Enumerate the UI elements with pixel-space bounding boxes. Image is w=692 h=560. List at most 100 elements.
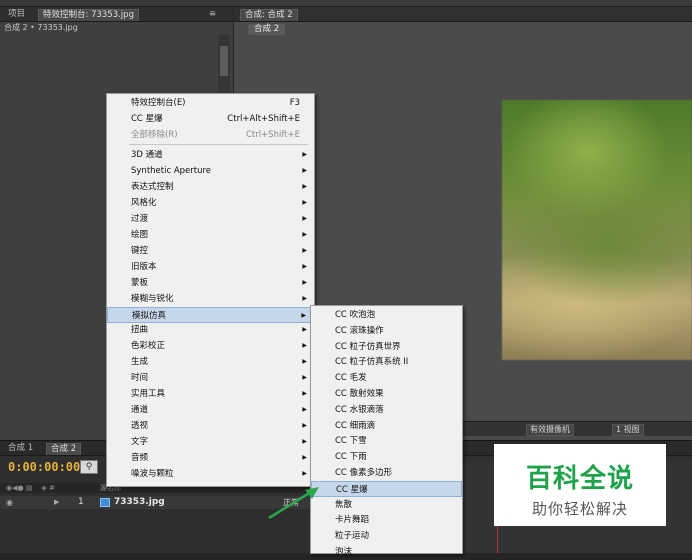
effect-menu-item-label: 模拟仿真 xyxy=(132,310,167,321)
effect-menu-item[interactable]: 绘图 ▶ xyxy=(107,227,314,243)
effect-menu-item[interactable]: Synthetic Aperture ▶ xyxy=(107,163,314,179)
simulation-menu-item-label: CC 毛发 xyxy=(335,373,367,384)
effect-menu-item[interactable]: 模拟仿真 ▶ xyxy=(107,306,314,323)
simulation-menu-item[interactable]: CC 粒子仿真世界 xyxy=(311,339,462,355)
tab-comp-1[interactable]: 合成 1 xyxy=(4,443,37,454)
effect-menu-item-shortcut: F3 xyxy=(289,98,300,108)
viewer-tabbar: 合成: 合成 2 xyxy=(234,7,692,22)
simulation-menu-item[interactable]: CC 散射效果 xyxy=(311,386,462,402)
effect-menu-item[interactable]: 色彩校正 ▶ xyxy=(107,338,314,354)
effect-menu-item[interactable]: 文字 ▶ xyxy=(107,434,314,450)
effect-menu-item[interactable]: 表达式控制 ▶ xyxy=(107,179,314,195)
submenu-arrow-icon: ▶ xyxy=(302,358,307,366)
simulation-menu-item[interactable]: CC 细雨滴 xyxy=(311,418,462,434)
simulation-menu-item[interactable]: CC 滚珠操作 xyxy=(311,323,462,339)
left-panel-tabbar: 项目 特效控制台: 73353.jpg ≡ xyxy=(0,7,233,22)
effect-menu-item[interactable]: CC 星爆 Ctrl+Alt+Shift+E xyxy=(107,111,314,127)
simulation-menu-item[interactable]: 粒子运动 xyxy=(311,528,462,544)
effect-menu-item[interactable]: 过渡 ▶ xyxy=(107,211,314,227)
simulation-menu-item-label: CC 散射效果 xyxy=(335,389,384,399)
panel-menu-icon[interactable]: ≡ xyxy=(205,9,220,20)
effect-menu-item-label: 透视 xyxy=(131,421,149,432)
submenu-arrow-icon: ▶ xyxy=(302,278,307,286)
submenu-arrow-icon: ▶ xyxy=(302,214,307,222)
effect-menu-item[interactable]: 旧版本 ▶ xyxy=(107,259,314,275)
effect-menu-item[interactable]: 透视 ▶ xyxy=(107,418,314,434)
simulation-menu-item[interactable]: CC 像素多边形 xyxy=(311,465,462,481)
simulation-menu-item[interactable]: 卡片舞蹈 xyxy=(311,512,462,528)
submenu-arrow-icon: ▶ xyxy=(302,454,307,462)
footage-icon xyxy=(100,498,110,507)
effect-menu-item-shortcut: Ctrl+Alt+Shift+E xyxy=(227,114,300,124)
scrollbar-thumb[interactable] xyxy=(220,46,228,76)
simulation-menu-item-label: CC 细雨滴 xyxy=(335,420,376,431)
effect-menu-item: 全部移除(R) Ctrl+Shift+E xyxy=(107,127,314,143)
effect-menu-item-label: 模糊与锐化 xyxy=(131,293,174,304)
layer-name[interactable]: 73353.jpg xyxy=(114,496,165,509)
effect-menu-item-label: 风格化 xyxy=(131,197,157,208)
submenu-arrow-icon: ▶ xyxy=(302,151,307,158)
submenu-arrow-icon: ▶ xyxy=(302,294,307,302)
effect-menu-item[interactable]: 键控 ▶ xyxy=(107,243,314,259)
composition-breadcrumb[interactable]: 合成 2 xyxy=(248,24,286,35)
submenu-arrow-icon: ▶ xyxy=(301,311,306,319)
effect-menu-item[interactable]: 风格化 ▶ xyxy=(107,195,314,211)
simulation-menu-item-label: CC 星爆 xyxy=(336,484,368,495)
effect-menu-item-label: 色彩校正 xyxy=(131,341,166,352)
effect-menu-item-label: 全部移除(R) xyxy=(131,130,178,140)
simulation-menu-item[interactable]: CC 毛发 xyxy=(311,370,462,386)
submenu-arrow-icon: ▶ xyxy=(302,326,307,334)
effect-menu-item-shortcut: Ctrl+Shift+E xyxy=(245,130,300,140)
simulation-menu-item-label: 焦散 xyxy=(335,499,353,510)
effect-menu-item[interactable]: 通道 ▶ xyxy=(107,402,314,418)
submenu-arrow-icon: ▶ xyxy=(302,438,307,446)
tab-effect-controls[interactable]: 特效控制台: 73353.jpg xyxy=(38,9,139,21)
simulation-menu-item-label: CC 像素多边形 xyxy=(335,468,393,478)
effect-controls-subtitle: 合成 2 • 73353.jpg xyxy=(4,23,78,32)
search-icon[interactable]: ⚲ xyxy=(80,460,98,474)
menu-separator xyxy=(129,144,308,145)
current-timecode[interactable]: 0:00:00:00 xyxy=(8,460,80,474)
simulation-menu-item[interactable]: CC 吹泡泡 xyxy=(311,307,462,323)
submenu-arrow-icon: ▶ xyxy=(302,390,307,398)
visibility-eye-icon[interactable]: ◉ xyxy=(6,496,13,509)
simulation-menu-item-label: 卡片舞蹈 xyxy=(335,515,370,526)
tab-comp-2[interactable]: 合成 2 xyxy=(46,443,82,455)
submenu-arrow-icon: ▶ xyxy=(302,262,307,270)
tab-composition[interactable]: 合成: 合成 2 xyxy=(240,9,298,21)
effect-menu-item[interactable]: 音频 ▶ xyxy=(107,450,314,466)
effect-menu-item[interactable]: 噪波与颗粒 ▶ xyxy=(107,466,314,482)
effect-menu-item-label: 生成 xyxy=(131,357,149,368)
effect-menu-item[interactable]: 扭曲 ▶ xyxy=(107,322,314,338)
effect-menu-item[interactable]: 实用工具 ▶ xyxy=(107,386,314,402)
expand-triangle-icon[interactable]: ▶ xyxy=(54,496,59,509)
simulation-menu-item[interactable]: 焦散 xyxy=(311,497,462,513)
simulation-menu-item[interactable]: 泡沫 xyxy=(311,544,462,560)
effect-menu-item[interactable]: 特效控制台(E) F3 xyxy=(107,95,314,111)
effect-menu-item[interactable]: 时间 ▶ xyxy=(107,370,314,386)
effect-menu-item[interactable]: 3D 通道 ▶ xyxy=(107,147,314,163)
effect-menu-item-label: 特效控制台(E) xyxy=(131,98,186,108)
submenu-arrow-icon: ▶ xyxy=(302,470,307,477)
simulation-menu-item[interactable]: CC 星爆 xyxy=(311,480,462,497)
simulation-menu-item-label: CC 滚珠操作 xyxy=(335,325,384,336)
simulation-menu-item[interactable]: CC 下雪 xyxy=(311,433,462,449)
tab-project[interactable]: 项目 xyxy=(4,9,29,20)
simulation-menu-item-label: 粒子运动 xyxy=(335,531,370,542)
simulation-menu-item[interactable]: CC 水银滴落 xyxy=(311,402,462,418)
effect-menu-item[interactable]: 生成 ▶ xyxy=(107,354,314,370)
submenu-arrow-icon: ▶ xyxy=(302,422,307,430)
simulation-menu-item[interactable]: CC 粒子仿真系统 II xyxy=(311,354,462,370)
view-layout-dropdown[interactable]: 1 视图 xyxy=(612,424,644,436)
submenu-arrow-icon: ▶ xyxy=(302,182,307,190)
submenu-arrow-icon: ▶ xyxy=(302,342,307,350)
effect-menu-item[interactable]: 蒙板 ▶ xyxy=(107,275,314,291)
simulation-menu-item[interactable]: CC 下雨 xyxy=(311,449,462,465)
effect-menu-item-label: 文字 xyxy=(131,437,149,448)
submenu-arrow-icon: ▶ xyxy=(302,246,307,254)
active-camera-dropdown[interactable]: 有效摄像机 xyxy=(526,424,574,436)
watermark-title: 百科全说 xyxy=(525,464,634,494)
simulation-menu-item-label: CC 吹泡泡 xyxy=(335,310,376,320)
effect-menu-item[interactable]: 模糊与锐化 ▶ xyxy=(107,291,314,307)
annotation-arrow-icon xyxy=(268,487,319,520)
